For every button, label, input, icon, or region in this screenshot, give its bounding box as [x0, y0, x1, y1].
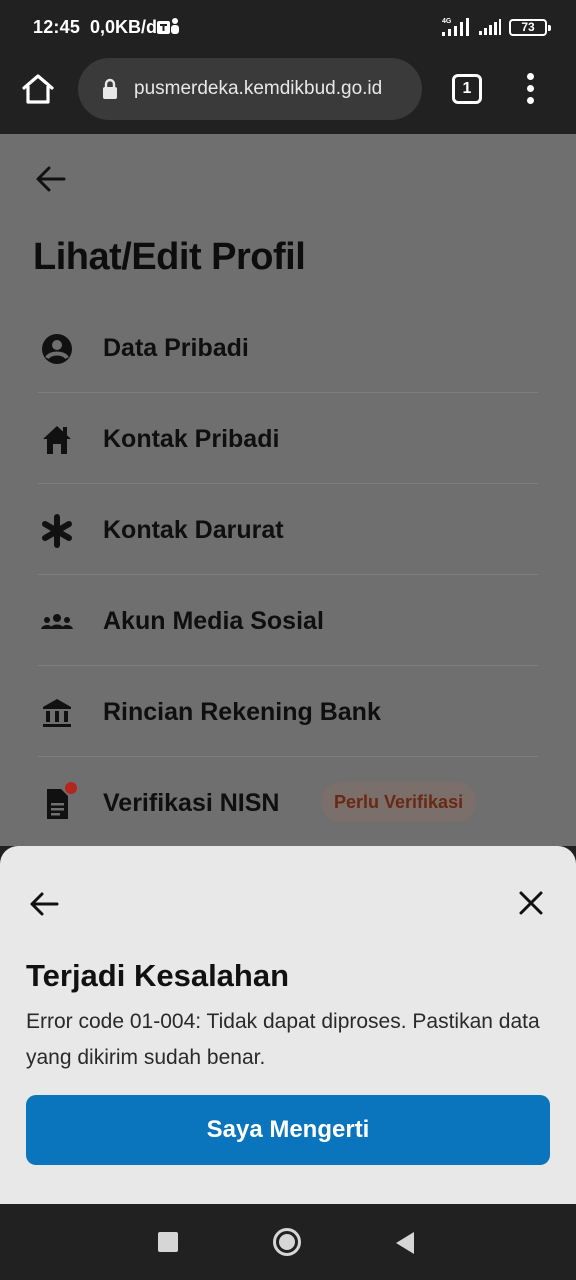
- back-triangle-icon[interactable]: [396, 1232, 414, 1254]
- menu-item-label: Verifikasi NISN: [103, 789, 280, 817]
- home-icon[interactable]: [20, 71, 56, 107]
- lock-icon: [103, 78, 117, 99]
- menu-item-label: Kontak Darurat: [103, 516, 284, 544]
- browser-toolbar: pusmerdeka.kemdikbud.go.id 1: [0, 56, 576, 134]
- network-speed: 0,0KB/d: [90, 17, 158, 37]
- menu-item-data-pribadi[interactable]: Data Pribadi: [38, 302, 538, 393]
- error-message: Error code 01-004: Tidak dapat diproses.…: [26, 1010, 540, 1069]
- system-nav-bar: [0, 1204, 576, 1280]
- profile-menu: Data Pribadi Kontak Pribadi Kontak Darur…: [38, 302, 538, 848]
- confirm-button[interactable]: Saya Mengerti: [26, 1095, 550, 1165]
- url-text: pusmerdeka.kemdikbud.go.id: [134, 78, 383, 99]
- tab-switcher-button[interactable]: 1: [452, 74, 482, 104]
- status-time: 12:45: [33, 17, 81, 37]
- menu-item-label: Rincian Rekening Bank: [103, 698, 381, 726]
- back-arrow-icon[interactable]: [28, 888, 60, 920]
- menu-item-rincian-rekening-bank[interactable]: Rincian Rekening Bank: [38, 666, 538, 757]
- recents-icon[interactable]: [158, 1232, 178, 1252]
- people-icon: [41, 614, 73, 629]
- menu-item-kontak-pribadi[interactable]: Kontak Pribadi: [38, 393, 538, 484]
- asterisk-icon: [42, 514, 72, 548]
- back-arrow-icon[interactable]: [34, 162, 68, 196]
- status-bar: 12:45 0,0KB/d 4G 73: [0, 0, 576, 56]
- close-icon[interactable]: [516, 888, 546, 918]
- network-type: 4G: [442, 18, 452, 25]
- teams-icon: [157, 18, 179, 34]
- sheet-title: Terjadi Kesalahan: [26, 958, 290, 993]
- notification-dot: [65, 782, 77, 794]
- menu-item-kontak-darurat[interactable]: Kontak Darurat: [38, 484, 538, 575]
- battery-level: 73: [521, 20, 535, 34]
- menu-item-label: Kontak Pribadi: [103, 425, 280, 453]
- menu-item-akun-media-sosial[interactable]: Akun Media Sosial: [38, 575, 538, 666]
- menu-item-label: Akun Media Sosial: [103, 607, 324, 635]
- page-title: Lihat/Edit Profil: [33, 236, 306, 278]
- home-icon: [43, 426, 71, 454]
- error-bottom-sheet: Terjadi Kesalahan Error code 01-004: Tid…: [0, 846, 576, 1204]
- status-badge: Perlu Verifikasi: [321, 782, 477, 822]
- battery-icon: 73: [509, 19, 551, 36]
- home-circle-icon[interactable]: [273, 1228, 301, 1256]
- account-circle-icon: [42, 334, 72, 364]
- profile-page: Lihat/Edit Profil Data Pribadi Kontak Pr…: [0, 134, 576, 846]
- menu-item-label: Data Pribadi: [103, 334, 249, 362]
- bank-icon: [43, 699, 71, 727]
- address-bar[interactable]: pusmerdeka.kemdikbud.go.id: [78, 58, 422, 120]
- signal-4g-icon: 4G: [442, 18, 469, 36]
- overflow-menu-icon[interactable]: [520, 71, 542, 107]
- menu-item-verifikasi-nisn[interactable]: Verifikasi NISN Perlu Verifikasi: [38, 757, 538, 848]
- signal-icon: [479, 19, 501, 35]
